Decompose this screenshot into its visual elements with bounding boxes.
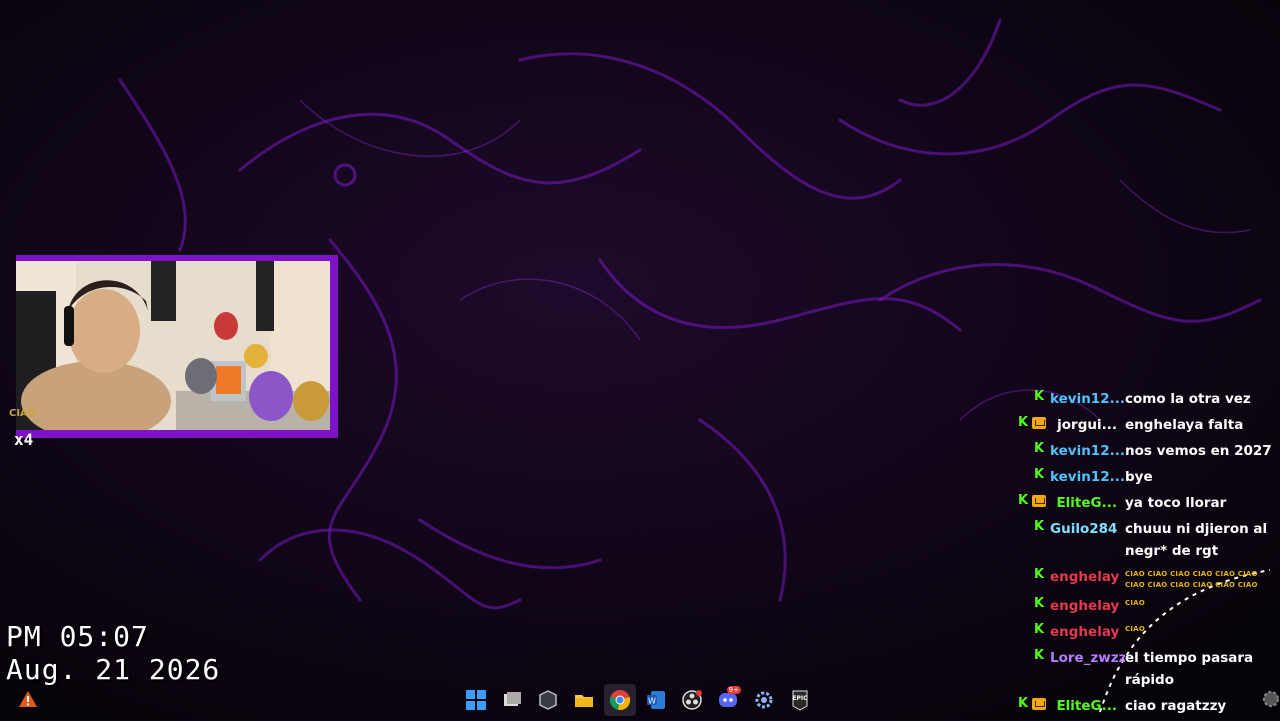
- vhs-time: PM 05:07: [6, 620, 149, 653]
- chat-message: Kkevin12... como la otra vez: [1010, 388, 1280, 410]
- webcam-frame: [16, 255, 338, 438]
- word-icon[interactable]: W: [640, 684, 672, 716]
- epic-games-icon[interactable]: EPIC: [784, 684, 816, 716]
- svg-text:W: W: [648, 697, 656, 706]
- chat-message: K EliteG... ya toco llorar: [1010, 492, 1280, 514]
- chat-text: ciao ragatzzy: [1125, 698, 1227, 714]
- kick-badge-icon: K: [1018, 696, 1029, 711]
- cube-app-icon[interactable]: [532, 684, 564, 716]
- settings-gear-icon[interactable]: [748, 684, 780, 716]
- chat-username[interactable]: kevin12...: [1050, 388, 1125, 410]
- taskbar: W 9+ EPIC: [460, 684, 816, 716]
- chat-username[interactable]: kevin12...: [1050, 466, 1125, 488]
- chat-emote-text: CIAO: [1125, 625, 1145, 633]
- crown-badge-icon: [1032, 495, 1046, 507]
- kick-badge-icon: K: [1034, 467, 1045, 482]
- windows-start-icon[interactable]: [460, 684, 492, 716]
- chat-username[interactable]: EliteG...: [1050, 492, 1125, 514]
- kick-badge-icon: K: [1034, 441, 1045, 456]
- chat-badges: K: [1010, 647, 1046, 662]
- chat-message: Kenghelay CIAO: [1010, 595, 1280, 617]
- discord-icon[interactable]: 9+: [712, 684, 744, 716]
- chat-message: Kkevin12... bye: [1010, 466, 1280, 488]
- chat-message: K Guilo284 chuuu ni djieron al negr* de rg…: [1010, 518, 1280, 562]
- chat-badges: K: [1010, 466, 1046, 481]
- epic-label: EPIC: [792, 695, 808, 702]
- kick-badge-icon: K: [1034, 622, 1045, 637]
- chat-message: K Lore_zwzz el tiempo pasara rápido: [1010, 647, 1280, 691]
- chat-message: Kenghelay CIAO CIAO CIAO CIAO CIAO CIAO C…: [1010, 566, 1280, 591]
- obs-icon[interactable]: [676, 684, 708, 716]
- chat-username[interactable]: enghelay: [1050, 595, 1125, 617]
- chat-message: Kenghelay CIAO: [1010, 621, 1280, 643]
- chat-username[interactable]: jorgui...: [1050, 414, 1125, 436]
- chat-username[interactable]: enghelay: [1050, 566, 1125, 588]
- chat-message: Kkevin12... nos vemos en 2027: [1010, 440, 1280, 462]
- chat-text: enghelaya falta: [1125, 417, 1244, 433]
- chat-badges: K: [1010, 414, 1046, 429]
- kick-badge-icon: K: [1034, 567, 1045, 582]
- kick-badge-icon: K: [1034, 648, 1045, 663]
- vhs-date: Aug. 21 2026: [6, 653, 221, 686]
- task-view-icon[interactable]: [496, 684, 528, 716]
- chat-message: Kjorgui... enghelaya falta: [1010, 414, 1280, 436]
- chat-username[interactable]: Guilo284: [1050, 518, 1125, 540]
- kick-badge-icon: K: [1018, 493, 1029, 508]
- crown-badge-icon: [1032, 417, 1046, 429]
- chat-message: K EliteG... ciao ragatzzy: [1010, 695, 1280, 717]
- kick-badge-icon: K: [1018, 415, 1029, 430]
- multiplier-badge: x4: [14, 430, 34, 449]
- warning-icon: [19, 691, 37, 707]
- gear-badge-icon: [1263, 691, 1279, 707]
- chat-badges: K: [1010, 595, 1046, 610]
- chat-username[interactable]: Lore_zwzz: [1050, 647, 1125, 669]
- chat-overlay: Kkevin12... como la otra vez Kjorgui... eng…: [1010, 388, 1280, 721]
- kick-badge-icon: K: [1034, 389, 1045, 404]
- chrome-icon[interactable]: [604, 684, 636, 716]
- chat-text: bye: [1125, 469, 1153, 485]
- kick-badge-icon: K: [1034, 519, 1045, 534]
- webcam-feed: [16, 261, 330, 430]
- chat-text: nos vemos en 2027: [1125, 443, 1272, 459]
- chat-text: el tiempo pasara rápido: [1125, 650, 1254, 688]
- crown-badge-icon: [1032, 698, 1046, 710]
- chat-text: ya toco llorar: [1125, 495, 1227, 511]
- chat-badges: K: [1010, 518, 1046, 533]
- kick-badge-icon: K: [1034, 596, 1045, 611]
- chat-text: chuuu ni djieron al negr* de rgt: [1125, 521, 1268, 559]
- chat-badges: K: [1010, 695, 1046, 710]
- chat-badges: K: [1010, 621, 1046, 636]
- file-explorer-icon[interactable]: [568, 684, 600, 716]
- chat-text: como la otra vez: [1125, 391, 1251, 407]
- chat-username[interactable]: EliteG...: [1050, 695, 1125, 717]
- chat-username[interactable]: enghelay: [1050, 621, 1125, 643]
- notification-badge: 9+: [726, 686, 741, 694]
- chat-badges: K: [1010, 492, 1046, 507]
- chat-emote-text: CIAO: [1125, 599, 1145, 607]
- ciao-tag: CIAO: [9, 408, 37, 419]
- chat-badges: K: [1010, 566, 1046, 581]
- chat-emote-text: CIAO CIAO CIAO CIAO CIAO CIAO CIAO CIAO …: [1125, 570, 1258, 589]
- chat-badges: K: [1010, 440, 1046, 455]
- chat-badges: K: [1010, 388, 1046, 403]
- chat-username[interactable]: kevin12...: [1050, 440, 1125, 462]
